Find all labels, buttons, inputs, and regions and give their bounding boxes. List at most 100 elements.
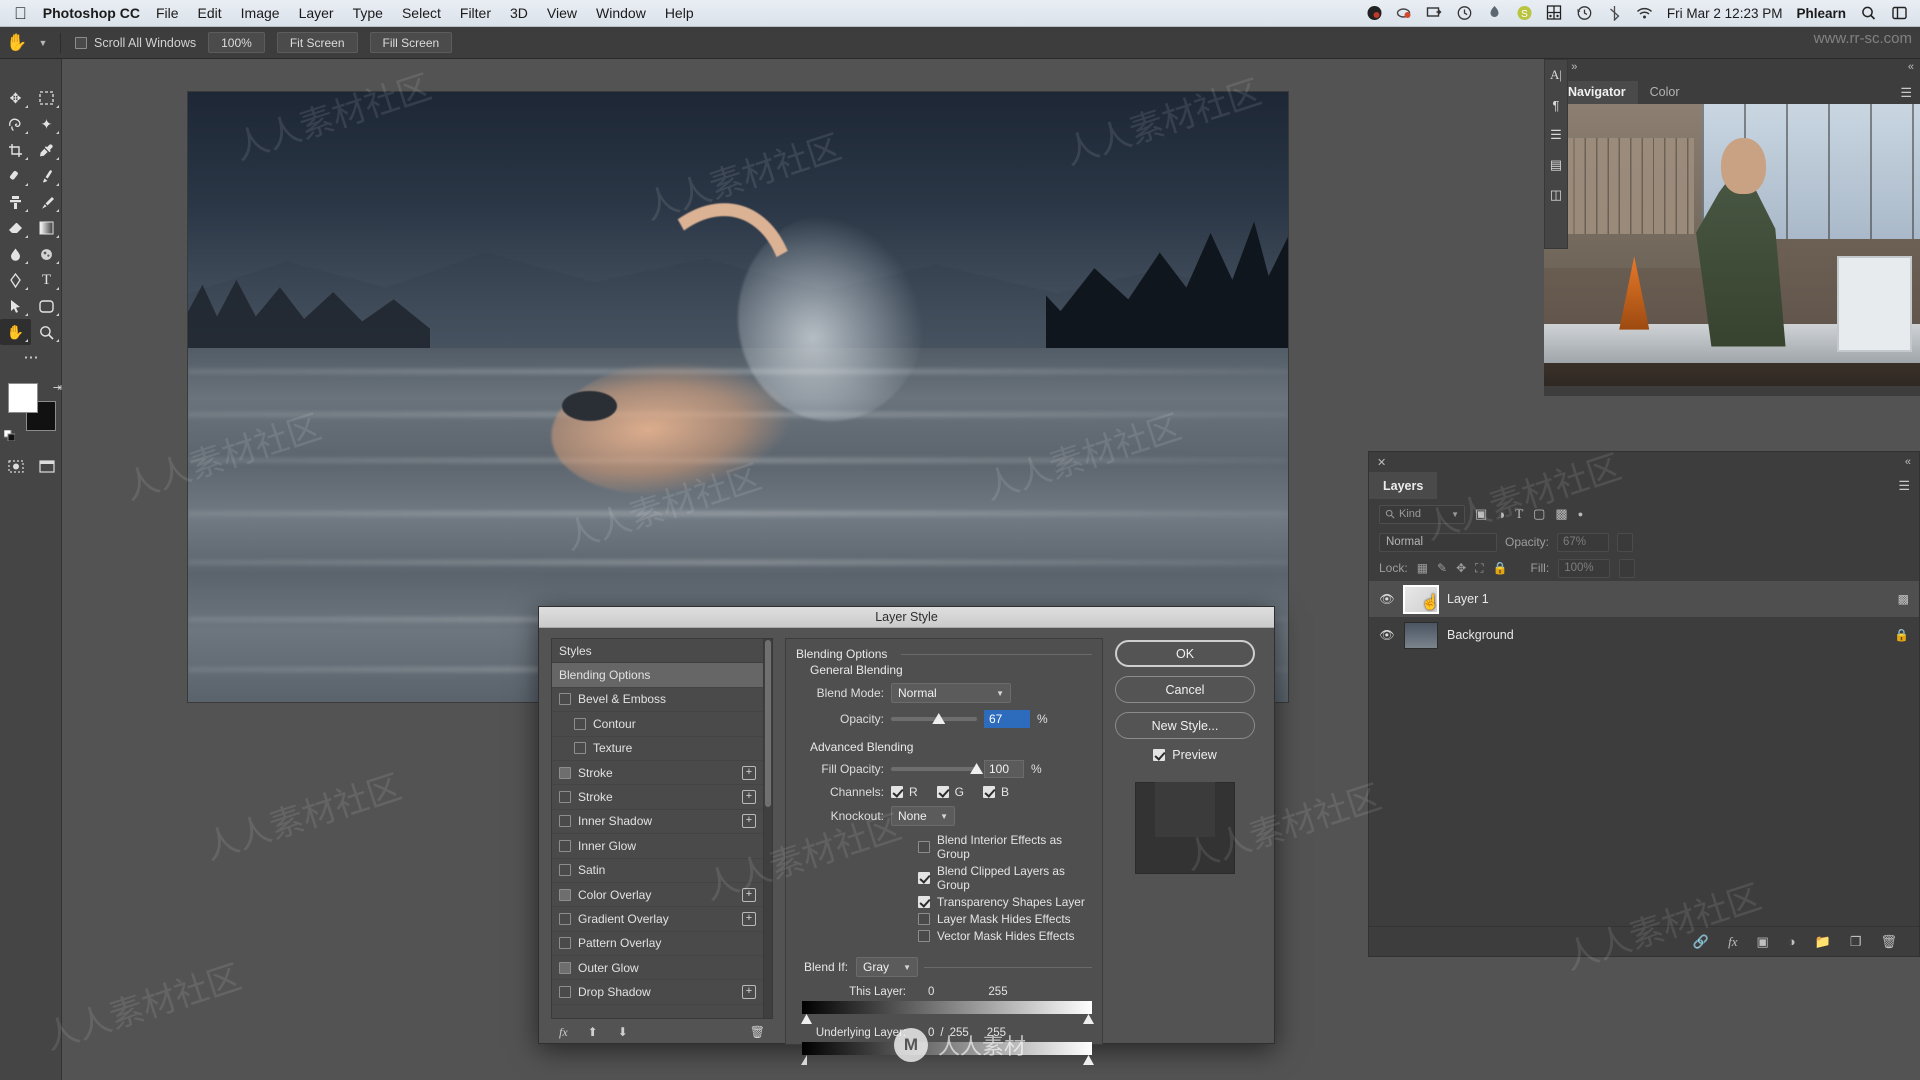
layer-opacity-value[interactable]: 67%	[1557, 532, 1610, 552]
layer-name[interactable]: Background	[1447, 628, 1514, 642]
style-item-color-overlay[interactable]: Color Overlay +	[552, 883, 763, 908]
menu-item-select[interactable]: Select	[402, 5, 441, 21]
healing-brush-tool-icon[interactable]	[0, 163, 31, 189]
style-checkbox[interactable]	[559, 888, 571, 901]
style-checkbox[interactable]	[559, 912, 571, 925]
layer-comps-icon[interactable]: ☰	[1545, 120, 1567, 150]
ellipsis-icon[interactable]: ⋯	[0, 345, 62, 369]
menu-item-layer[interactable]: Layer	[299, 5, 334, 21]
new-style-button[interactable]: New Style...	[1115, 712, 1255, 739]
menu-user-name[interactable]: Phlearn	[1796, 6, 1846, 21]
grid-icon[interactable]	[1546, 5, 1563, 21]
brush-tool-icon[interactable]	[31, 163, 62, 189]
history-brush-tool-icon[interactable]	[31, 189, 62, 215]
this-layer-black-slider[interactable]	[801, 1014, 812, 1024]
style-checkbox[interactable]	[559, 937, 571, 950]
table-row[interactable]: 👁 Background 🔒	[1369, 617, 1919, 653]
control-center-icon[interactable]	[1891, 5, 1908, 21]
fit-screen-button[interactable]: Fit Screen	[276, 32, 358, 53]
eye-icon[interactable]: 👁	[1379, 628, 1395, 642]
style-checkbox[interactable]	[559, 864, 571, 877]
layer-fill-value[interactable]: 100%	[1558, 558, 1611, 578]
close-icon[interactable]: ✕	[1377, 456, 1386, 469]
new-layer-icon[interactable]: ❐	[1850, 934, 1862, 950]
style-checkbox[interactable]	[574, 742, 586, 755]
scrollbar-thumb[interactable]	[765, 640, 771, 807]
style-checkbox[interactable]	[559, 839, 571, 852]
style-item-pattern-overlay[interactable]: Pattern Overlay	[552, 932, 763, 957]
properties-icon[interactable]: ▤	[1545, 150, 1567, 180]
eraser-tool-icon[interactable]	[0, 215, 31, 241]
delete-effect-icon[interactable]: 🗑	[750, 1025, 765, 1039]
menu-item-edit[interactable]: Edit	[198, 5, 222, 21]
crop-tool-icon[interactable]	[0, 137, 31, 163]
style-item-inner-shadow[interactable]: Inner Shadow +	[552, 810, 763, 835]
screen-mode-icon[interactable]	[31, 453, 62, 479]
tab-color[interactable]: Color	[1638, 81, 1692, 104]
dodge-tool-icon[interactable]	[31, 241, 62, 267]
smart-object-badge-icon[interactable]: ▩	[1898, 592, 1909, 606]
channel-checkbox[interactable]	[891, 786, 903, 798]
zoom-100-button[interactable]: 100%	[208, 32, 265, 53]
menu-item-file[interactable]: File	[156, 5, 179, 21]
marquee-tool-icon[interactable]	[31, 85, 62, 111]
vector-mask-hides-effects-checkbox[interactable]: Vector Mask Hides Effects	[918, 929, 1092, 943]
eye-icon[interactable]: 👁	[1379, 592, 1395, 606]
style-checkbox[interactable]	[559, 791, 571, 804]
lock-artboard-icon[interactable]: ⛶	[1475, 561, 1483, 576]
rectangle-tool-icon[interactable]	[31, 293, 62, 319]
blend-clipped-layers-checkbox[interactable]: Blend Clipped Layers as Group	[918, 864, 1092, 892]
style-item-stroke-2[interactable]: Stroke +	[552, 785, 763, 810]
menu-item-filter[interactable]: Filter	[460, 5, 491, 21]
channel-r[interactable]: R	[891, 785, 918, 799]
fill-opacity-input[interactable]: 100	[984, 760, 1024, 778]
search-icon[interactable]	[1860, 5, 1877, 21]
apple-icon[interactable]: 	[14, 5, 27, 22]
quick-mask-icon[interactable]	[0, 453, 31, 479]
move-up-icon[interactable]: ⬆	[588, 1025, 598, 1039]
move-tool-icon[interactable]: ✥	[0, 85, 31, 111]
style-checkbox[interactable]	[574, 717, 586, 730]
style-item-stroke-1[interactable]: Stroke +	[552, 761, 763, 786]
style-checkbox[interactable]	[559, 815, 571, 828]
dropbox-icon[interactable]	[1366, 5, 1383, 21]
menu-item-3d[interactable]: 3D	[510, 5, 528, 21]
add-mask-icon[interactable]: ▣	[1756, 934, 1768, 950]
style-item-gradient-overlay[interactable]: Gradient Overlay +	[552, 907, 763, 932]
menu-item-window[interactable]: Window	[596, 5, 646, 21]
add-effect-icon[interactable]: +	[742, 814, 756, 829]
hand-tool-icon[interactable]: ✋	[0, 33, 34, 53]
type-tool-icon[interactable]: T	[31, 267, 62, 293]
style-checkbox[interactable]	[559, 766, 571, 779]
tab-navigator[interactable]: Navigator	[1556, 81, 1638, 104]
wifi-icon[interactable]	[1636, 5, 1653, 21]
scroll-all-windows-checkbox[interactable]: Scroll All Windows	[75, 36, 196, 50]
fx-icon[interactable]: fx	[559, 1025, 568, 1040]
zoom-tool-icon[interactable]	[31, 319, 62, 345]
style-item-blending-options[interactable]: Blending Options	[552, 663, 763, 688]
layer-blend-mode-select[interactable]: Normal	[1379, 532, 1497, 552]
layer-thumbnail[interactable]	[1404, 621, 1438, 649]
gradient-tool-icon[interactable]	[31, 215, 62, 241]
style-item-satin[interactable]: Satin	[552, 859, 763, 883]
style-checkbox[interactable]	[559, 693, 571, 706]
layer-fx-icon[interactable]: fx	[1728, 934, 1737, 950]
add-effect-icon[interactable]: +	[742, 911, 756, 926]
style-item-outer-glow[interactable]: Outer Glow	[552, 956, 763, 981]
panel-menu-icon[interactable]: ☰	[1898, 478, 1910, 494]
layer-mask-hides-effects-checkbox[interactable]: Layer Mask Hides Effects	[918, 912, 1092, 926]
paragraph-icon[interactable]: ¶	[1545, 90, 1567, 120]
foreground-color-swatch[interactable]	[8, 383, 38, 413]
shape-filter-icon[interactable]: ▢	[1533, 506, 1545, 522]
fill-stepper[interactable]	[1619, 558, 1636, 578]
move-down-icon[interactable]: ⬇	[618, 1025, 628, 1039]
delete-layer-icon[interactable]: 🗑	[1880, 934, 1897, 950]
underlying-white-slider[interactable]	[1083, 1055, 1094, 1065]
blur-tool-icon[interactable]	[0, 241, 31, 267]
style-item-drop-shadow[interactable]: Drop Shadow +	[552, 980, 763, 1005]
blend-interior-effects-checkbox[interactable]: Blend Interior Effects as Group	[918, 833, 1092, 861]
style-item-inner-glow[interactable]: Inner Glow	[552, 834, 763, 859]
knockout-select[interactable]: None ▼	[891, 806, 955, 826]
style-item-bevel-emboss[interactable]: Bevel & Emboss	[552, 688, 763, 713]
add-effect-icon[interactable]: +	[742, 790, 756, 805]
